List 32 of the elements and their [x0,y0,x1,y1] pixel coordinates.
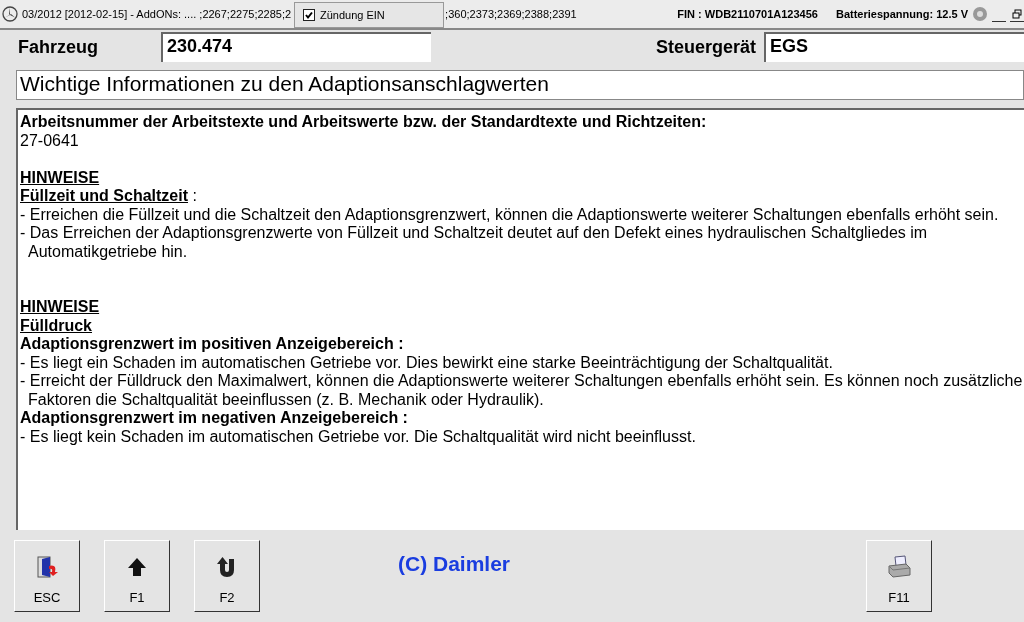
bold-text: Adaptionsgrenzwert im negativen Anzeigebereich : [20,409,409,428]
ignition-label: Zündung EIN [320,9,385,21]
bullet-text: - Es liegt kein Schaden im automatischen Getriebe vor. Die Schaltqualität wird nicht beeinflusst. [20,427,697,446]
bold-text: Arbeitsnummer der Arbeitstexte und Arbeitswerte bzw. der Standardtexte und Richtzeiten: [20,113,708,132]
section-heading: HINWEISE [20,298,100,315]
vehicle-field[interactable]: 230.474 [161,32,431,62]
bold-text: Adaptionsgrenzwert im positiven Anzeigebereich : [20,335,405,354]
section-heading: HINWEISE [20,168,100,186]
restore-button[interactable] [1010,6,1024,22]
function-key-button[interactable]: ESC [14,540,80,612]
version-info: ;360;2373;2369;2388;2391 [445,8,577,20]
function-key-button[interactable]: F2 [194,540,260,612]
bullet-text: - Das Erreichen der Adaptionsgrenzwerte von Füllzeit und Schaltzeit deutet auf den Defekt eines hydraulischen Schaltgliedes im Automatikgetriebe hin. [20,224,929,261]
text-line: 27-0641 [20,131,80,150]
function-key-button[interactable]: F11 [866,540,932,612]
vehicle-label: Fahrzeug [18,36,99,58]
section-heading: Fülldruck [20,316,92,334]
function-key-button[interactable]: F1 [104,540,170,612]
control-unit-label: Steuergerät [655,36,756,58]
bullet-text: - Erreicht der Fülldruck den Maximalwert, können die Adaptionswerte weiterer Schaltungen ebenfalls erhöht sein. Es können noch zusätzliche Faktoren die Schaltqualität beeinflussen (z. B. Mechanik oder Hydraulik). [20,372,1024,409]
checkbox[interactable] [303,9,315,21]
copyright-text: (C) Daimler [398,552,511,576]
control-unit-field[interactable]: EGS [764,32,1024,62]
page-heading: Wichtige Informationen zu den Adaptionsanschlagwerten [16,70,1024,100]
fin-label: FIN : WDB2110701A123456 [677,8,818,20]
bullet-text: - Es liegt ein Schaden im automatischen Getriebe vor. Dies bewirkt eine starke Beeinträchtigung der Schaltqualität. [20,353,834,372]
bullet-text: - Erreichen die Füllzeit und die Schaltzeit den Adaptionsgrenzwert, können die Adaptionswerte weiterer Schaltungen ebenfalls erhöht sein. [20,205,1000,224]
version-info: 03/2012 [2012-02-15] - AddONs: .... ;2267;2275;2285;2 [22,8,292,20]
exit-door-icon [34,554,60,580]
subheading: Füllzeit und Schaltzeit : [20,187,198,206]
printer-icon [886,554,912,580]
battery-voltage: Batteriespannung: 12.5 V [835,8,968,20]
